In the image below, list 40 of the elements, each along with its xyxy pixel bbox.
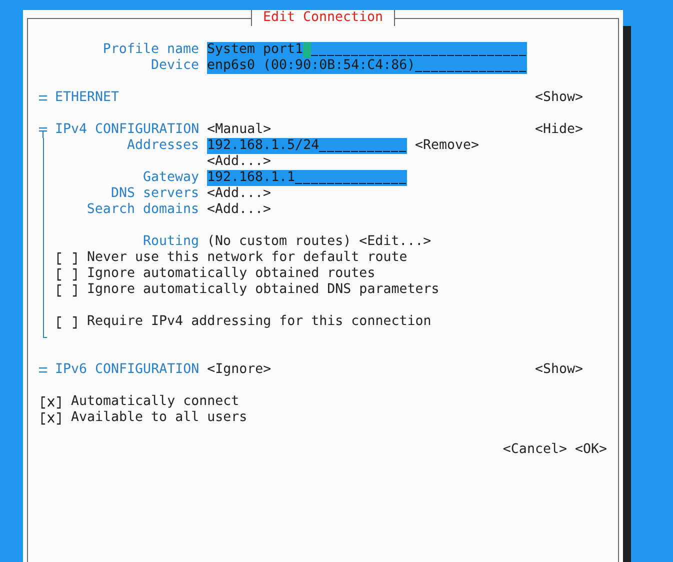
section-title: ETHERNET (55, 90, 120, 106)
action-button[interactable]: <Add...> (207, 202, 272, 218)
checkbox-label: Ignore automatically obtained routes (87, 266, 376, 282)
mode-dropdown[interactable]: <Manual> (207, 122, 272, 138)
checkbox[interactable] (55, 266, 79, 282)
field-label: DNS servers (110, 186, 199, 202)
section-toggle-button[interactable]: <Show> (534, 90, 583, 106)
checkbox-label: Automatically connect (71, 394, 240, 410)
text-field[interactable]: enp6s0 (00:90:0B:54:C4:86) (207, 58, 527, 74)
section-toggle-button[interactable]: <Hide> (534, 122, 583, 138)
field-label: Routing (142, 234, 199, 250)
dialog-button[interactable]: <Cancel> (502, 442, 567, 458)
field-label: Search domains (86, 202, 199, 218)
dialog-button[interactable]: <OK> (574, 442, 607, 458)
section-title: IPv6 CONFIGURATION (55, 362, 200, 378)
field-label: Gateway (142, 170, 199, 186)
checkbox-label: Ignore automatically obtained DNS parameters (87, 282, 440, 298)
action-button[interactable]: <Add...> (207, 186, 272, 202)
checkbox[interactable] (55, 314, 79, 330)
checkbox[interactable] (39, 394, 63, 410)
field-label: Profile name (102, 42, 199, 58)
checkbox-label: Never use this network for default route (87, 250, 408, 266)
action-button[interactable]: <Add...> (207, 154, 272, 170)
text-field[interactable]: 192.168.1.1 (207, 170, 407, 186)
action-button[interactable]: <Remove> (415, 138, 480, 154)
text-field[interactable]: System port1 (207, 42, 527, 58)
checkbox[interactable] (55, 282, 79, 298)
mode-dropdown[interactable]: <Ignore> (207, 362, 272, 378)
routing-text: (No custom routes) (207, 234, 352, 250)
field-label: Addresses (126, 138, 199, 154)
action-button[interactable]: <Edit...> (359, 234, 432, 250)
section-toggle-button[interactable]: <Show> (534, 362, 583, 378)
text-field[interactable]: 192.168.1.5/24 (207, 138, 407, 154)
checkbox[interactable] (39, 410, 63, 426)
field-label: Device (150, 58, 199, 74)
checkbox-label: Available to all users (71, 410, 248, 426)
checkbox[interactable] (55, 250, 79, 266)
checkbox-label: Require IPv4 addressing for this connection (87, 314, 432, 330)
section-title: IPv4 CONFIGURATION (55, 122, 200, 138)
dialog-title: Edit Connection (250, 10, 396, 26)
